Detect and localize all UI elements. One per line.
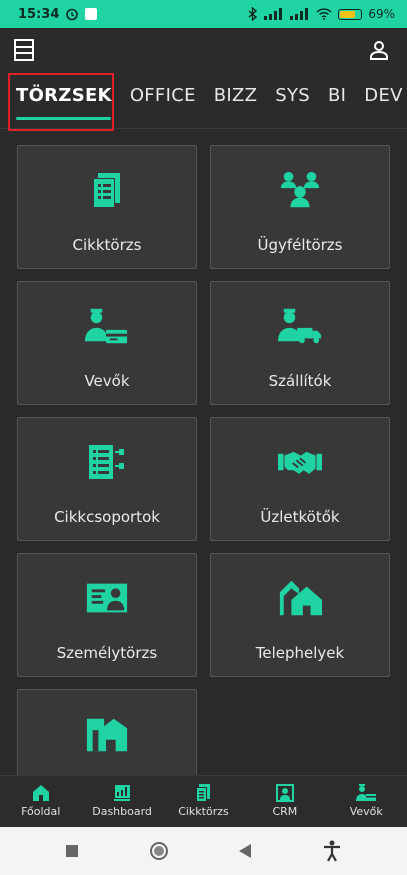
tile-telephelyek[interactable]: Telephelyek	[210, 553, 390, 677]
menu-icon[interactable]	[14, 39, 34, 61]
customer-group-icon	[280, 171, 320, 208]
tab-bizz[interactable]: BIZZ	[205, 72, 267, 128]
nav-item-vevok[interactable]: Vevők	[326, 776, 406, 828]
buyer-card-icon	[356, 784, 377, 801]
status-bar: 15:34 69%	[0, 0, 407, 28]
tab-bi[interactable]: BI	[319, 72, 355, 128]
bluetooth-icon	[248, 7, 258, 21]
tile-label: Cikkcsoportok	[54, 508, 160, 526]
wifi-icon	[316, 8, 332, 20]
tile-uzletkotok[interactable]: Üzletkötők	[210, 417, 390, 541]
dashboard-icon	[114, 785, 131, 801]
back-icon[interactable]	[238, 843, 252, 859]
tab-highlight-box	[8, 73, 114, 131]
home-button-icon[interactable]	[149, 841, 169, 861]
nav-item-cikktorzs[interactable]: Cikktörzs	[163, 776, 243, 828]
tab-sys[interactable]: SYS	[266, 72, 319, 128]
recent-apps-icon[interactable]	[65, 844, 79, 858]
status-time: 15:34	[18, 6, 60, 22]
tile-warehouse[interactable]	[17, 689, 197, 775]
tile-label: Szállítók	[268, 372, 332, 390]
tile-grid: Cikktörzs Ügyféltörzs Vevők Szállítók Ci…	[0, 129, 407, 775]
tile-cikktorzs[interactable]: Cikktörzs	[17, 145, 197, 269]
handshake-icon	[278, 451, 322, 474]
tile-label: Ügyféltörzs	[257, 236, 343, 254]
buyer-card-icon	[85, 308, 128, 344]
tile-label: Üzletkötők	[260, 508, 340, 526]
system-navigation-bar	[0, 827, 407, 875]
tab-dev[interactable]: DEV	[355, 72, 407, 128]
id-card-icon	[86, 583, 128, 613]
buildings-icon	[279, 580, 322, 616]
app-bar	[0, 28, 407, 72]
tile-label: Cikktörzs	[72, 236, 142, 254]
document-list-icon	[93, 173, 120, 208]
phone-screen: 15:34 69% TÖRZSEK OFFICE BIZZ SYS BI DEV…	[0, 0, 407, 875]
signal-icon	[264, 8, 283, 20]
document-list-icon	[196, 784, 211, 802]
tile-ugyfeltorzs[interactable]: Ügyféltörzs	[210, 145, 390, 269]
tile-cikkcsoportok[interactable]: Cikkcsoportok	[17, 417, 197, 541]
item-groups-icon	[89, 445, 124, 479]
crm-icon	[275, 784, 294, 802]
tab-office[interactable]: OFFICE	[121, 72, 205, 128]
home-icon	[32, 785, 49, 801]
tile-szemelytorzs[interactable]: Személytörzs	[17, 553, 197, 677]
nav-item-fooldal[interactable]: Főoldal	[1, 776, 81, 828]
tile-szallitok[interactable]: Szállítók	[210, 281, 390, 405]
nav-item-dashboard[interactable]: Dashboard	[82, 776, 162, 828]
bottom-navigation: Főoldal Dashboard Cikktörzs CRM Vevők	[0, 775, 407, 828]
alarm-icon	[66, 8, 79, 21]
supplier-truck-icon	[278, 308, 322, 344]
signal-icon-2	[290, 8, 309, 20]
tile-vevok[interactable]: Vevők	[17, 281, 197, 405]
tile-label: Vevők	[84, 372, 130, 390]
user-icon[interactable]	[369, 40, 389, 60]
notification-icon	[85, 8, 98, 20]
battery-percent: 69%	[368, 7, 395, 21]
battery-icon	[338, 8, 363, 20]
tile-label: Telephelyek	[255, 644, 345, 662]
warehouse-icon	[86, 718, 128, 752]
tile-label: Személytörzs	[56, 644, 158, 662]
nav-item-crm[interactable]: CRM	[245, 776, 325, 828]
accessibility-icon[interactable]	[322, 840, 342, 862]
